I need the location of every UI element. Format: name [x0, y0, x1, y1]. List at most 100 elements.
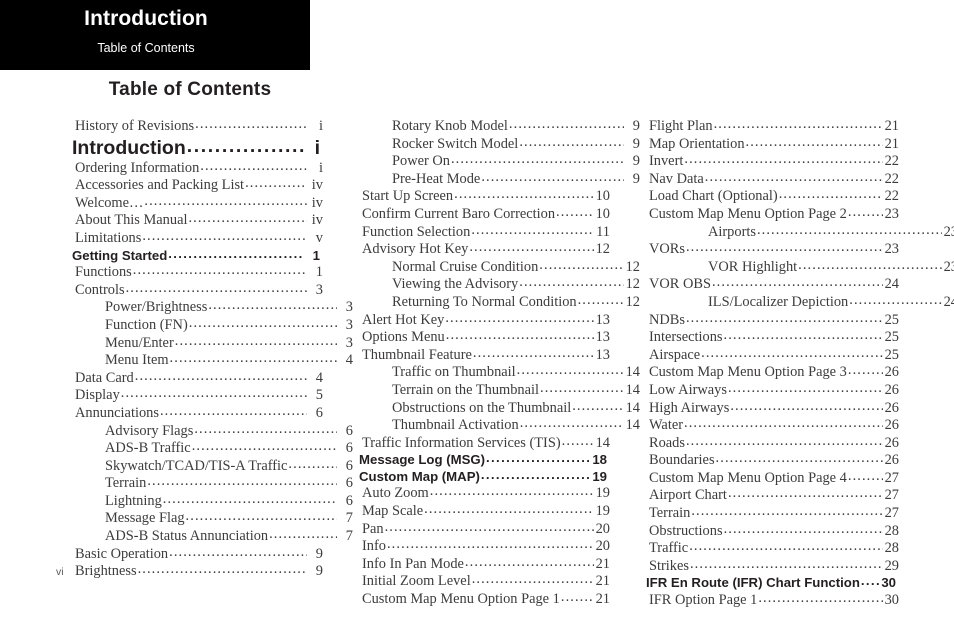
toc-dot-leader	[188, 210, 307, 228]
toc-entry-label: Message Log (MSG)	[359, 452, 486, 468]
toc-entry-page-number: 20	[595, 538, 610, 555]
toc-entry-page-number: 30	[884, 592, 899, 609]
toc-dot-leader	[126, 280, 307, 298]
toc-dot-leader	[195, 116, 307, 134]
toc-entry-label: Invert	[649, 153, 684, 170]
toc-entry-page-number: 9	[632, 135, 640, 152]
toc-dot-leader	[684, 415, 883, 433]
toc-column-1: History of Revisions i Introduction i Orderi…	[72, 116, 353, 581]
toc-entry-label: Traffic on Thumbnail	[392, 364, 516, 381]
toc-dot-leader	[509, 116, 624, 134]
toc-entry-page-number: 12	[625, 276, 640, 293]
toc-dot-leader	[245, 175, 307, 193]
toc-entry-label: Advisory Hot Key	[362, 241, 469, 258]
toc-dot-leader	[517, 362, 624, 380]
toc-entry-label: Ordering Information	[75, 159, 200, 176]
toc-entry-label: Auto Zoom	[362, 485, 429, 502]
toc-dot-leader	[192, 438, 337, 456]
toc-entry-label: Lightning	[105, 492, 162, 509]
toc-entry[interactable]: Thumbnail Activation 14	[392, 417, 640, 435]
toc-dot-leader	[138, 561, 307, 579]
toc-entry-page-number: 18	[592, 452, 607, 468]
toc-dot-leader	[779, 186, 883, 204]
toc-dot-leader	[539, 257, 624, 275]
page-folio-number: vi	[56, 566, 64, 578]
toc-entry[interactable]: Brightness 9	[75, 563, 323, 581]
toc-dot-leader	[469, 239, 594, 257]
toc-entry-label: Pan	[362, 520, 384, 537]
toc-dot-leader	[730, 398, 883, 416]
toc-entry-label: Welcome…	[75, 194, 144, 211]
toc-entry[interactable]: Custom Map Menu Option Page 1 21	[362, 591, 610, 609]
toc-entry-label: Airspace	[649, 346, 701, 363]
toc-entry-label: Info In Pan Mode	[362, 555, 464, 572]
toc-entry-label: VOR OBS	[649, 276, 711, 293]
toc-dot-leader	[728, 380, 883, 398]
toc-dot-leader	[578, 292, 624, 310]
toc-entry-page-number: 21	[595, 555, 610, 572]
toc-entry-label: Advisory Flags	[105, 422, 194, 439]
toc-dot-leader	[562, 433, 594, 451]
toc-entry[interactable]: IFR Option Page 1 30	[649, 592, 899, 610]
toc-entry-page-number: 23	[943, 223, 954, 240]
toc-dot-leader	[430, 483, 594, 501]
toc-entry-label: History of Revisions	[75, 118, 195, 134]
toc-dot-leader	[147, 473, 337, 491]
toc-dot-leader	[472, 571, 594, 589]
toc-entry-page-number: 26	[884, 452, 899, 469]
toc-entry-page-number: 25	[884, 311, 899, 328]
toc-dot-leader	[561, 589, 594, 607]
toc-dot-leader	[486, 450, 591, 467]
toc-entry-label: Display	[75, 387, 120, 404]
toc-entry-page-number: 28	[884, 522, 899, 539]
toc-dot-leader	[572, 398, 624, 416]
toc-dot-leader	[189, 315, 337, 333]
toc-entry-page-number: 14	[625, 381, 640, 398]
toc-entry-page-number: 6	[345, 475, 353, 492]
toc-entry-label: Traffic	[649, 540, 689, 557]
toc-entry-label: Terrain	[649, 505, 691, 522]
toc-dot-leader	[445, 310, 594, 328]
toc-entry-page-number: 27	[884, 487, 899, 504]
toc-entry-label: Function Selection	[362, 223, 471, 240]
toc-entry-page-number: 19	[592, 468, 607, 484]
toc-entry-page-number: v	[315, 229, 323, 246]
toc-entry-page-number: 6	[345, 457, 353, 474]
toc-dot-leader	[288, 456, 337, 474]
toc-entry-label: Flight Plan	[649, 118, 713, 134]
toc-entry[interactable]: Introduction i	[72, 136, 320, 160]
toc-dot-leader	[170, 350, 337, 368]
toc-entry-label: Water	[649, 417, 683, 434]
toc-entry-page-number: 21	[595, 573, 610, 590]
toc-dot-leader	[848, 362, 883, 380]
toc-entry-page-number: 27	[884, 505, 899, 522]
toc-entry-label: Load Chart (Optional)	[649, 188, 778, 205]
toc-dot-leader	[728, 485, 883, 503]
toc-dot-leader	[716, 450, 883, 468]
toc-entry-page-number: 20	[595, 520, 610, 537]
toc-dot-leader	[701, 345, 883, 363]
toc-entry-page-number: 26	[884, 417, 899, 434]
toc-entry-label: Message Flag	[105, 510, 185, 527]
toc-entry-label: Info	[362, 538, 386, 555]
toc-dot-leader	[712, 274, 883, 292]
toc-entry-label: Low Airways	[649, 381, 727, 398]
toc-dot-leader	[714, 116, 883, 134]
toc-entry-label: Brightness	[75, 563, 137, 580]
toc-dot-leader	[446, 327, 594, 345]
toc-entry-page-number: 4	[315, 369, 323, 386]
toc-entry-page-number: 22	[884, 170, 899, 187]
toc-dot-leader	[746, 134, 883, 152]
toc-entry-page-number: 9	[632, 170, 640, 187]
toc-entry-page-number: 10	[595, 188, 610, 205]
toc-entry-page-number: 11	[596, 223, 610, 240]
toc-dot-leader	[848, 468, 883, 486]
toc-dot-leader	[861, 573, 880, 590]
toc-dot-leader	[454, 186, 594, 204]
toc-entry-page-number: 30	[881, 575, 896, 591]
toc-entry-label: IFR Option Page 1	[649, 592, 758, 609]
toc-entry-page-number: 13	[595, 311, 610, 328]
toc-dot-leader	[724, 327, 883, 345]
toc-entry-label: Strikes	[649, 557, 689, 574]
toc-entry-page-number: 3	[345, 316, 353, 333]
